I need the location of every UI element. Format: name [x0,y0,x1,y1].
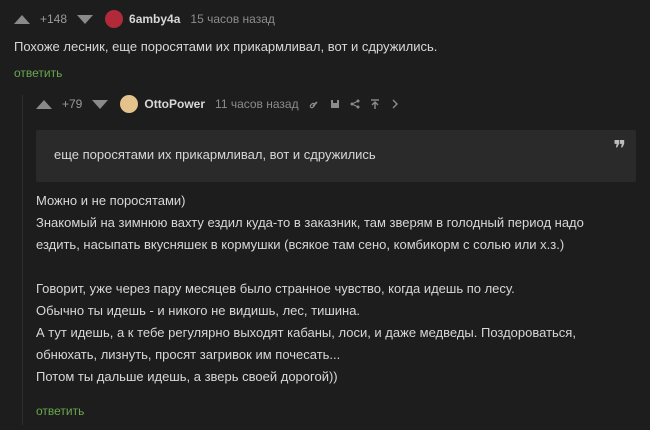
downvote-icon[interactable] [77,14,94,24]
share-icon[interactable] [349,98,361,110]
comment-rating: +148 [40,12,68,26]
quote-text: еще поросятами их прикармливал, вот и сд… [54,147,376,162]
thread-line[interactable] [22,95,31,425]
more-icon[interactable] [389,98,401,110]
comment-line [36,256,636,278]
comment-line: обнюхать, лизнуть, просят загривок им по… [36,347,341,362]
comment-line: Можно и не поросятами) [36,193,186,208]
link-icon[interactable] [309,98,321,110]
reply-button[interactable]: ответить [14,66,62,80]
comment-line: ездить, насыпать вкусняшек в кормушки (в… [36,237,565,252]
comment-1-header: +148 6amby4a 15 часов назад [14,10,275,28]
comment-1-text: Похоже лесник, еще поросятами их прикарм… [14,39,438,54]
comment-2-body: Можно и не поросятами) Знакомый на зимню… [36,190,636,388]
avatar[interactable] [120,95,139,113]
comment-2-header: +79 OttoPower 11 часов назад [36,94,401,114]
reply-button[interactable]: ответить [36,404,84,418]
comment-time[interactable]: 11 часов назад [215,97,299,111]
quote-block: еще поросятами их прикармливал, вот и сд… [36,130,636,182]
collapse-icon[interactable] [369,98,381,110]
save-icon[interactable] [329,98,341,110]
comment-rating: +79 [62,97,83,111]
comment-time[interactable]: 15 часов назад [190,12,274,26]
author-name[interactable]: OttoPower [144,97,205,111]
comment-line: Потом ты дальше идешь, а зверь своей дор… [36,369,338,384]
quote-icon: ❞ [613,136,626,161]
comment-line: А тут идешь, а к тебе регулярно выходят … [36,325,576,340]
avatar[interactable] [105,10,124,28]
comment-line: Обычно ты идешь - и никого не видишь, ле… [36,303,361,318]
downvote-icon[interactable] [92,99,109,109]
comment-line: Говорит, уже через пару месяцев было стр… [36,281,515,296]
upvote-icon[interactable] [36,99,52,109]
comment-line: Знакомый на зимнюю вахту ездил куда-то в… [36,215,584,230]
upvote-icon[interactable] [14,14,30,24]
author-name[interactable]: 6amby4a [129,12,180,26]
